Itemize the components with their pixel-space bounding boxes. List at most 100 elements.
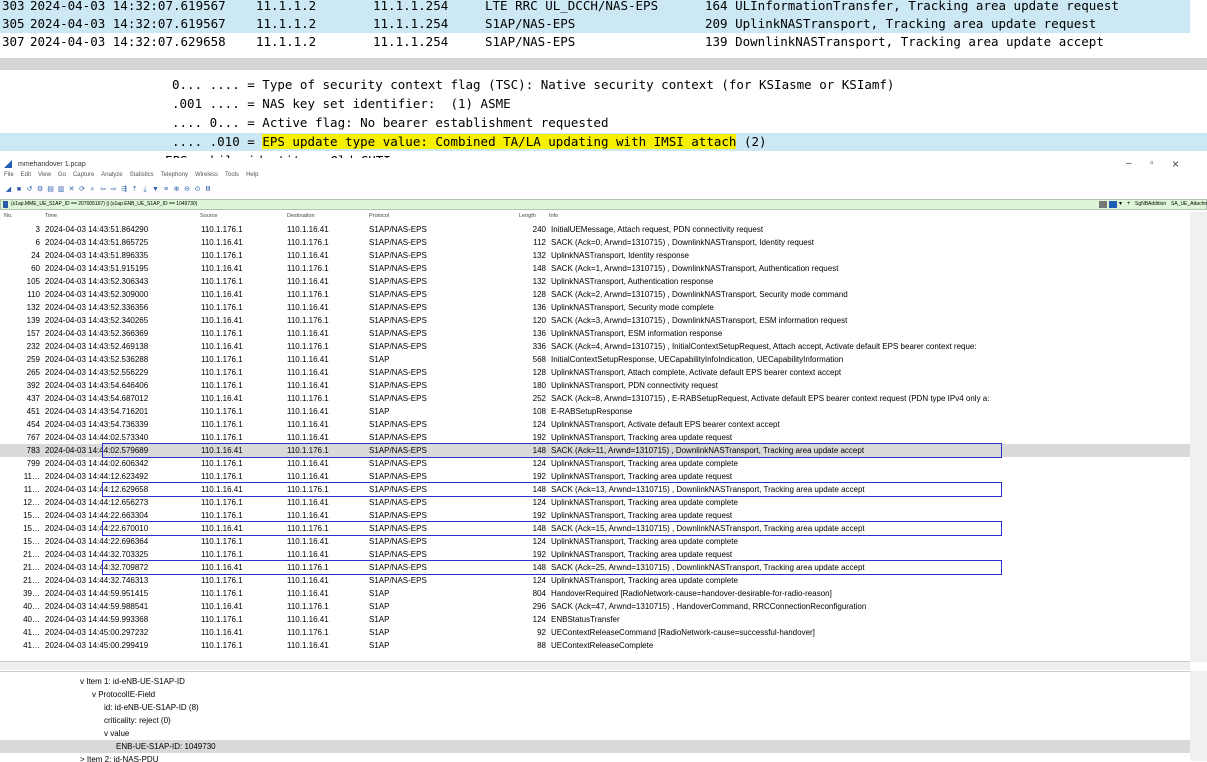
col-info[interactable]: Info (549, 213, 558, 219)
filter-button-sgnbaddition[interactable]: SgNBAddition (1135, 200, 1166, 209)
minimize-button[interactable]: – (1126, 158, 1132, 169)
filter-button-sa-ue-attachment[interactable]: SA_UE_Attachment (1171, 200, 1207, 209)
packet-row[interactable]: 767 2024-04-03 14:44:02.573340 110.1.176.1… (0, 431, 1190, 444)
restart-capture-icon[interactable]: ↺ (25, 185, 34, 194)
packet-row[interactable]: 15… 2024-04-03 14:44:22.663304 110.1.176.1… (0, 509, 1190, 522)
col-length[interactable]: Length (519, 213, 536, 219)
close-button[interactable]: × (1172, 157, 1179, 171)
packet-row[interactable]: 157 2024-04-03 14:43:52.366369 110.1.176.1… (0, 327, 1190, 340)
packet-row[interactable]: 105 2024-04-03 14:43:52.306343 110.1.176.1… (0, 275, 1190, 288)
menu-edit[interactable]: Edit (21, 172, 31, 178)
start-capture-icon[interactable]: ◢ (4, 185, 13, 194)
zoom-out-icon[interactable]: ⊖ (183, 185, 192, 194)
top-detail-line[interactable]: .... 0... = Active flag: No bearer estab… (172, 114, 609, 132)
detail-line[interactable]: v Item 1: id-eNB-UE-S1AP-ID (80, 675, 185, 688)
display-filter-input[interactable]: (s1ap.MME_UE_S1AP_ID == 207005167) || (s… (11, 200, 197, 209)
top-detail-line[interactable]: .... .010 = EPS update type value: Combi… (0, 133, 1207, 151)
packet-row[interactable]: 139 2024-04-03 14:43:52.340265 110.1.16.41… (0, 314, 1190, 327)
open-file-icon[interactable]: ▤ (46, 185, 55, 194)
menu-telephony[interactable]: Telephony (161, 172, 188, 178)
packet-row[interactable]: 11… 2024-04-03 14:44:12.629658 110.1.16.41… (0, 483, 1190, 496)
top-packet-row[interactable]: 307 2024-04-03 14:32:07.629658 11.1.1.2 11.… (0, 33, 1190, 51)
top-packet-row[interactable]: 305 2024-04-03 14:32:07.619567 11.1.1.2 11.… (0, 15, 1190, 33)
save-file-icon[interactable]: ▥ (57, 185, 66, 194)
menu-go[interactable]: Go (58, 172, 66, 178)
packet-list-scrollbar[interactable] (1190, 212, 1207, 662)
filter-apply-icon[interactable] (1109, 201, 1117, 208)
packet-row[interactable]: 392 2024-04-03 14:43:54.646406 110.1.176.1… (0, 379, 1190, 392)
detail-line[interactable]: ENB-UE-S1AP-ID: 1049730 (0, 740, 1190, 753)
menu-analyze[interactable]: Analyze (101, 172, 122, 178)
packet-row[interactable]: 451 2024-04-03 14:43:54.716201 110.1.176.1… (0, 405, 1190, 418)
stop-capture-icon[interactable]: ■ (15, 185, 24, 194)
col-source[interactable]: Source (200, 213, 217, 219)
packet-row[interactable]: 21… 2024-04-03 14:44:32.709872 110.1.16.41… (0, 561, 1190, 574)
detail-line[interactable]: id: id-eNB-UE-S1AP-ID (8) (104, 701, 199, 714)
maximize-button[interactable]: ▫ (1150, 158, 1154, 169)
colorize-icon[interactable]: ≡ (162, 185, 171, 194)
col-no[interactable]: No. (4, 213, 13, 219)
zoom-in-icon[interactable]: ⊕ (172, 185, 181, 194)
close-file-icon[interactable]: ✕ (67, 185, 76, 194)
packet-row[interactable]: 12… 2024-04-03 14:44:12.656273 110.1.176.1… (0, 496, 1190, 509)
menu-view[interactable]: View (38, 172, 51, 178)
packet-row[interactable]: 15… 2024-04-03 14:44:22.670010 110.1.16.41… (0, 522, 1190, 535)
packet-row[interactable]: 40… 2024-04-03 14:44:59.988541 110.1.16.41… (0, 600, 1190, 613)
packet-row[interactable]: 110 2024-04-03 14:43:52.309000 110.1.16.41… (0, 288, 1190, 301)
go-back-icon[interactable]: ⇦ (99, 185, 108, 194)
packet-row[interactable]: 265 2024-04-03 14:43:52.556229 110.1.176.1… (0, 366, 1190, 379)
bookmark-icon[interactable] (3, 201, 8, 208)
zoomed-scrollbar[interactable] (0, 58, 1207, 70)
packet-row[interactable]: 15… 2024-04-03 14:44:22.696364 110.1.176.1… (0, 535, 1190, 548)
packet-row[interactable]: 3 2024-04-03 14:43:51.864290 110.1.176.1 11… (0, 223, 1190, 236)
detail-scrollbar[interactable] (1190, 671, 1207, 761)
top-packet-row[interactable]: 303 2024-04-03 14:32:07.619567 11.1.1.2 11.… (0, 0, 1190, 15)
col-protocol[interactable]: Protocol (369, 213, 389, 219)
menu-file[interactable]: File (4, 172, 14, 178)
packet-row[interactable]: 41… 2024-04-03 14:45:00.297232 110.1.16.41… (0, 626, 1190, 639)
go-forward-icon[interactable]: ⇨ (109, 185, 118, 194)
first-packet-icon[interactable]: ⤒ (130, 185, 139, 194)
packet-row[interactable]: 132 2024-04-03 14:43:52.336356 110.1.176.1… (0, 301, 1190, 314)
options-icon[interactable]: ⚙ (36, 185, 45, 194)
packet-row[interactable]: 6 2024-04-03 14:43:51.865725 110.1.16.41 11… (0, 236, 1190, 249)
packet-row[interactable]: 21… 2024-04-03 14:44:32.703325 110.1.176.1… (0, 548, 1190, 561)
packet-row[interactable]: 21… 2024-04-03 14:44:32.746313 110.1.176.1… (0, 574, 1190, 587)
filter-clear-icon[interactable] (1099, 201, 1107, 208)
reload-icon[interactable]: ⟳ (78, 185, 87, 194)
packet-row[interactable]: 454 2024-04-03 14:43:54.736339 110.1.176.1… (0, 418, 1190, 431)
filter-add-button[interactable]: + (1127, 200, 1131, 209)
col-time[interactable]: Time (45, 213, 57, 219)
packet-row[interactable]: 40… 2024-04-03 14:44:59.993368 110.1.176.1… (0, 613, 1190, 626)
packet-row[interactable]: 232 2024-04-03 14:43:52.469138 110.1.16.41… (0, 340, 1190, 353)
normal-size-icon[interactable]: ⊙ (193, 185, 202, 194)
filter-dropdown-icon[interactable]: ▾ (1119, 200, 1122, 209)
resize-columns-icon[interactable]: Ⅲ (204, 185, 213, 194)
top-detail-line[interactable]: .001 .... = NAS key set identifier: (1) … (172, 95, 511, 113)
menu-wireless[interactable]: Wireless (195, 172, 218, 178)
find-icon[interactable]: ⌕ (88, 185, 97, 194)
packet-row[interactable]: 259 2024-04-03 14:43:52.536288 110.1.176.1… (0, 353, 1190, 366)
detail-line[interactable]: v ProtocolIE-Field (92, 688, 155, 701)
packet-row[interactable]: 39… 2024-04-03 14:44:59.951415 110.1.176.1… (0, 587, 1190, 600)
packet-row[interactable]: 60 2024-04-03 14:43:51.915195 110.1.16.41 1… (0, 262, 1190, 275)
packet-list-hscrollbar[interactable] (0, 661, 1190, 670)
packet-row[interactable]: 437 2024-04-03 14:43:54.687012 110.1.16.41… (0, 392, 1190, 405)
display-filter-bar[interactable]: (s1ap.MME_UE_S1AP_ID == 207005167) || (s… (0, 199, 1207, 210)
packet-row[interactable]: 11… 2024-04-03 14:44:12.623492 110.1.176.1… (0, 470, 1190, 483)
autoscroll-icon[interactable]: ▼ (151, 185, 160, 194)
menu-capture[interactable]: Capture (73, 172, 94, 178)
packet-row[interactable]: 24 2024-04-03 14:43:51.896335 110.1.176.1 1… (0, 249, 1190, 262)
top-detail-line[interactable]: 0... .... = Type of security context fla… (172, 76, 894, 94)
menu-help[interactable]: Help (246, 172, 258, 178)
packet-row[interactable]: 799 2024-04-03 14:44:02.606342 110.1.176.1… (0, 457, 1190, 470)
packet-row[interactable]: 783 2024-04-03 14:44:02.579689 110.1.16.41… (0, 444, 1190, 457)
col-destination[interactable]: Destination (287, 213, 315, 219)
detail-line[interactable]: v value (104, 727, 129, 740)
menu-tools[interactable]: Tools (225, 172, 239, 178)
go-to-packet-icon[interactable]: ⇶ (120, 185, 129, 194)
last-packet-icon[interactable]: ⤓ (141, 185, 150, 194)
packet-row[interactable]: 41… 2024-04-03 14:45:00.299419 110.1.176.1… (0, 639, 1190, 652)
menu-statistics[interactable]: Statistics (130, 172, 154, 178)
detail-line[interactable]: criticality: reject (0) (104, 714, 171, 727)
